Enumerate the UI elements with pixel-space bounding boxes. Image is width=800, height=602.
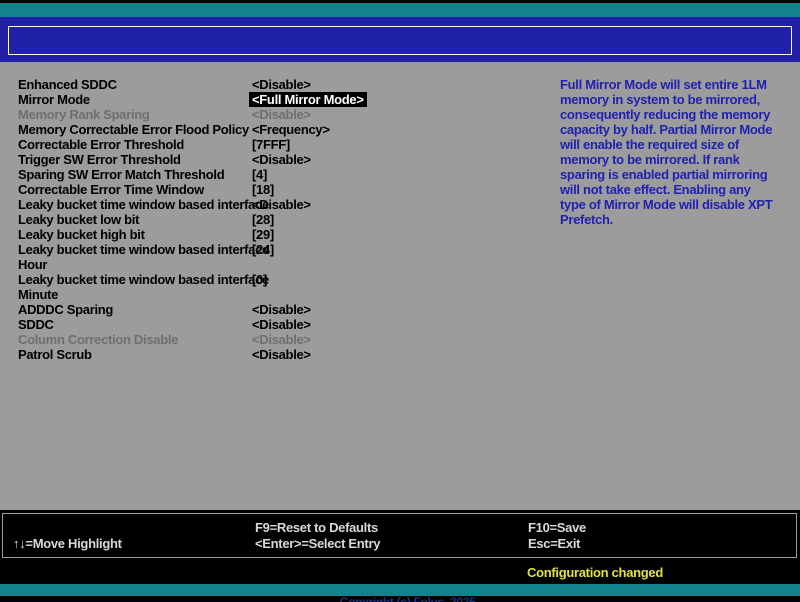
setting-label: Memory Rank Sparing <box>18 107 252 122</box>
setting-label: ADDDC Sparing <box>18 302 252 317</box>
setting-row[interactable]: Leaky bucket time window based interface… <box>18 272 548 302</box>
setting-label: Leaky bucket high bit <box>18 227 252 242</box>
setting-row[interactable]: Leaky bucket time window based interface… <box>18 242 548 272</box>
setting-value: <Disable> <box>252 152 311 167</box>
setting-value: <Disable> <box>252 77 311 92</box>
setting-value: <Disable> <box>252 332 311 347</box>
bios-setup-screen: BIOS Setup Utility Memory RAS Configurat… <box>0 0 800 602</box>
settings-list: Enhanced SDDC <Disable> Mirror Mode <Ful… <box>18 77 548 362</box>
setting-label: Sparing SW Error Match Threshold <box>18 167 252 182</box>
key-hint-enter: <Enter>=Select Entry <box>255 536 380 551</box>
setting-label: Leaky bucket time window based interface… <box>18 242 252 272</box>
help-panel: Full Mirror Mode will set entire 1LM mem… <box>560 77 798 227</box>
setting-row: Column Correction Disable <Disable> <box>18 332 548 347</box>
setting-label: Mirror Mode <box>18 92 252 107</box>
setting-row[interactable]: Patrol Scrub <Disable> <box>18 347 548 362</box>
setting-value: <Disable> <box>252 317 311 332</box>
setting-label: Leaky bucket time window based interface <box>18 197 252 212</box>
setting-row[interactable]: Correctable Error Threshold [7FFF] <box>18 137 548 152</box>
setting-label: Patrol Scrub <box>18 347 252 362</box>
setting-row[interactable]: Memory Correctable Error Flood Policy <F… <box>18 122 548 137</box>
setting-row: Memory Rank Sparing <Disable> <box>18 107 548 122</box>
page-title-box: Memory RAS Configuration <box>8 26 792 55</box>
setting-row[interactable]: Enhanced SDDC <Disable> <box>18 77 548 92</box>
key-hint-move: ↑↓=Move Highlight <box>13 536 122 551</box>
setting-value: [7FFF] <box>252 137 290 152</box>
setting-row[interactable]: SDDC <Disable> <box>18 317 548 332</box>
setting-value: [24] <box>252 242 274 257</box>
setting-row[interactable]: Sparing SW Error Match Threshold [4] <box>18 167 548 182</box>
key-hint-esc: Esc=Exit <box>528 536 580 551</box>
setting-label: Column Correction Disable <box>18 332 252 347</box>
setting-label: Enhanced SDDC <box>18 77 252 92</box>
key-hints-box: F9=Reset to Defaults F10=Save ↑↓=Move Hi… <box>2 513 797 558</box>
bottom-bar: F9=Reset to Defaults F10=Save ↑↓=Move Hi… <box>0 510 800 602</box>
setting-value: [18] <box>252 182 274 197</box>
setting-label: SDDC <box>18 317 252 332</box>
setting-row[interactable]: Correctable Error Time Window [18] <box>18 182 548 197</box>
key-hints-row-2: ↑↓=Move Highlight <Enter>=Select Entry E… <box>3 536 796 551</box>
setting-value: <Full Mirror Mode> <box>249 92 367 107</box>
setting-value: [4] <box>252 167 267 182</box>
key-hint-f9: F9=Reset to Defaults <box>255 520 378 535</box>
setting-label: Leaky bucket time window based interface… <box>18 272 252 302</box>
setting-value: <Disable> <box>252 302 311 317</box>
setting-value: [28] <box>252 212 274 227</box>
main-area: Enhanced SDDC <Disable> Mirror Mode <Ful… <box>0 62 800 510</box>
setting-value: <Disable> <box>252 107 311 122</box>
setting-row[interactable]: Leaky bucket low bit [28] <box>18 212 548 227</box>
setting-label: Memory Correctable Error Flood Policy <box>18 122 252 137</box>
setting-value: [29] <box>252 227 274 242</box>
setting-label: Trigger SW Error Threshold <box>18 152 252 167</box>
setting-row[interactable]: Trigger SW Error Threshold <Disable> <box>18 152 548 167</box>
copyright-bar: Copyright (c) Fplus, 2025. <box>0 584 800 596</box>
setting-label: Leaky bucket low bit <box>18 212 252 227</box>
setting-row[interactable]: ADDDC Sparing <Disable> <box>18 302 548 317</box>
setting-row[interactable]: Leaky bucket time window based interface… <box>18 197 548 212</box>
setting-value: <Disable> <box>252 197 311 212</box>
setting-value: <Frequency> <box>252 122 330 137</box>
setting-value: <Disable> <box>252 347 311 362</box>
status-message: Configuration changed <box>527 565 663 580</box>
titlebar: BIOS Setup Utility <box>0 3 800 17</box>
setting-label: Correctable Error Threshold <box>18 137 252 152</box>
copyright-text: Copyright (c) Fplus, 2025. <box>340 595 479 602</box>
setting-row[interactable]: Mirror Mode <Full Mirror Mode> <box>18 92 548 107</box>
setting-label: Correctable Error Time Window <box>18 182 252 197</box>
key-hint-f10: F10=Save <box>528 520 586 535</box>
header-band: Memory RAS Configuration <box>0 17 800 62</box>
key-hints-row-1: F9=Reset to Defaults F10=Save <box>3 520 796 535</box>
setting-row[interactable]: Leaky bucket high bit [29] <box>18 227 548 242</box>
setting-value: [0] <box>252 272 267 287</box>
